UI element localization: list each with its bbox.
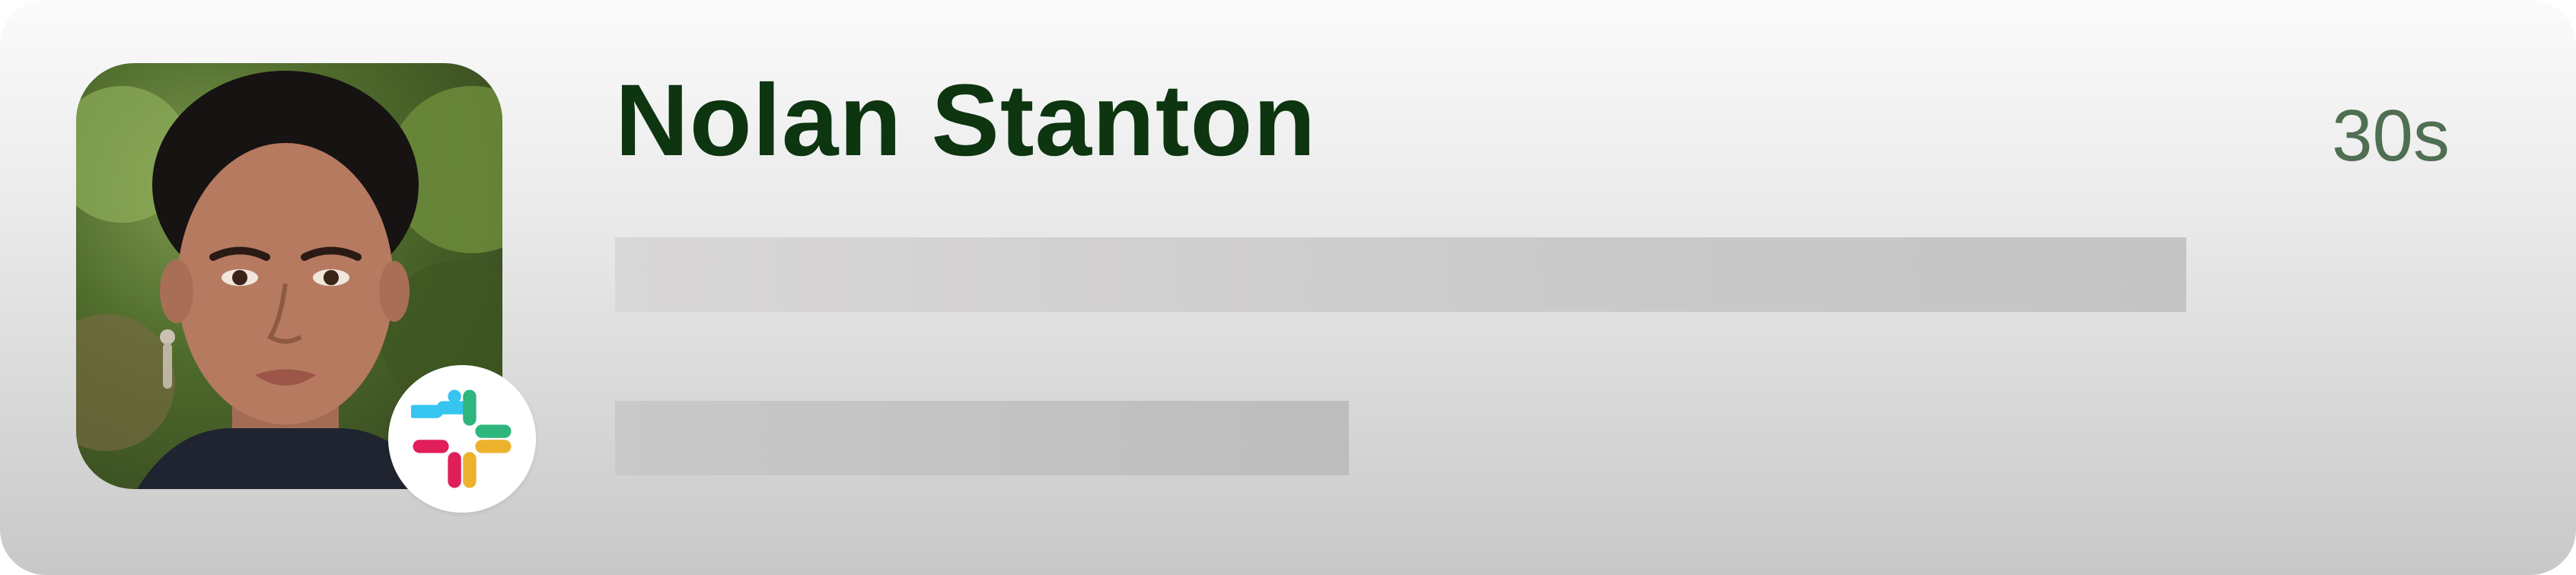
- sender-name: Nolan Stanton: [615, 64, 1317, 177]
- notification-card[interactable]: Nolan Stanton 30s: [0, 0, 2576, 575]
- slack-logo-icon: [411, 389, 512, 488]
- slack-badge: [388, 365, 536, 513]
- avatar-group: [76, 63, 536, 513]
- message-placeholder-line-1: [615, 237, 2186, 312]
- timestamp: 30s: [2332, 95, 2450, 176]
- message-placeholder-line-2: [615, 401, 1349, 475]
